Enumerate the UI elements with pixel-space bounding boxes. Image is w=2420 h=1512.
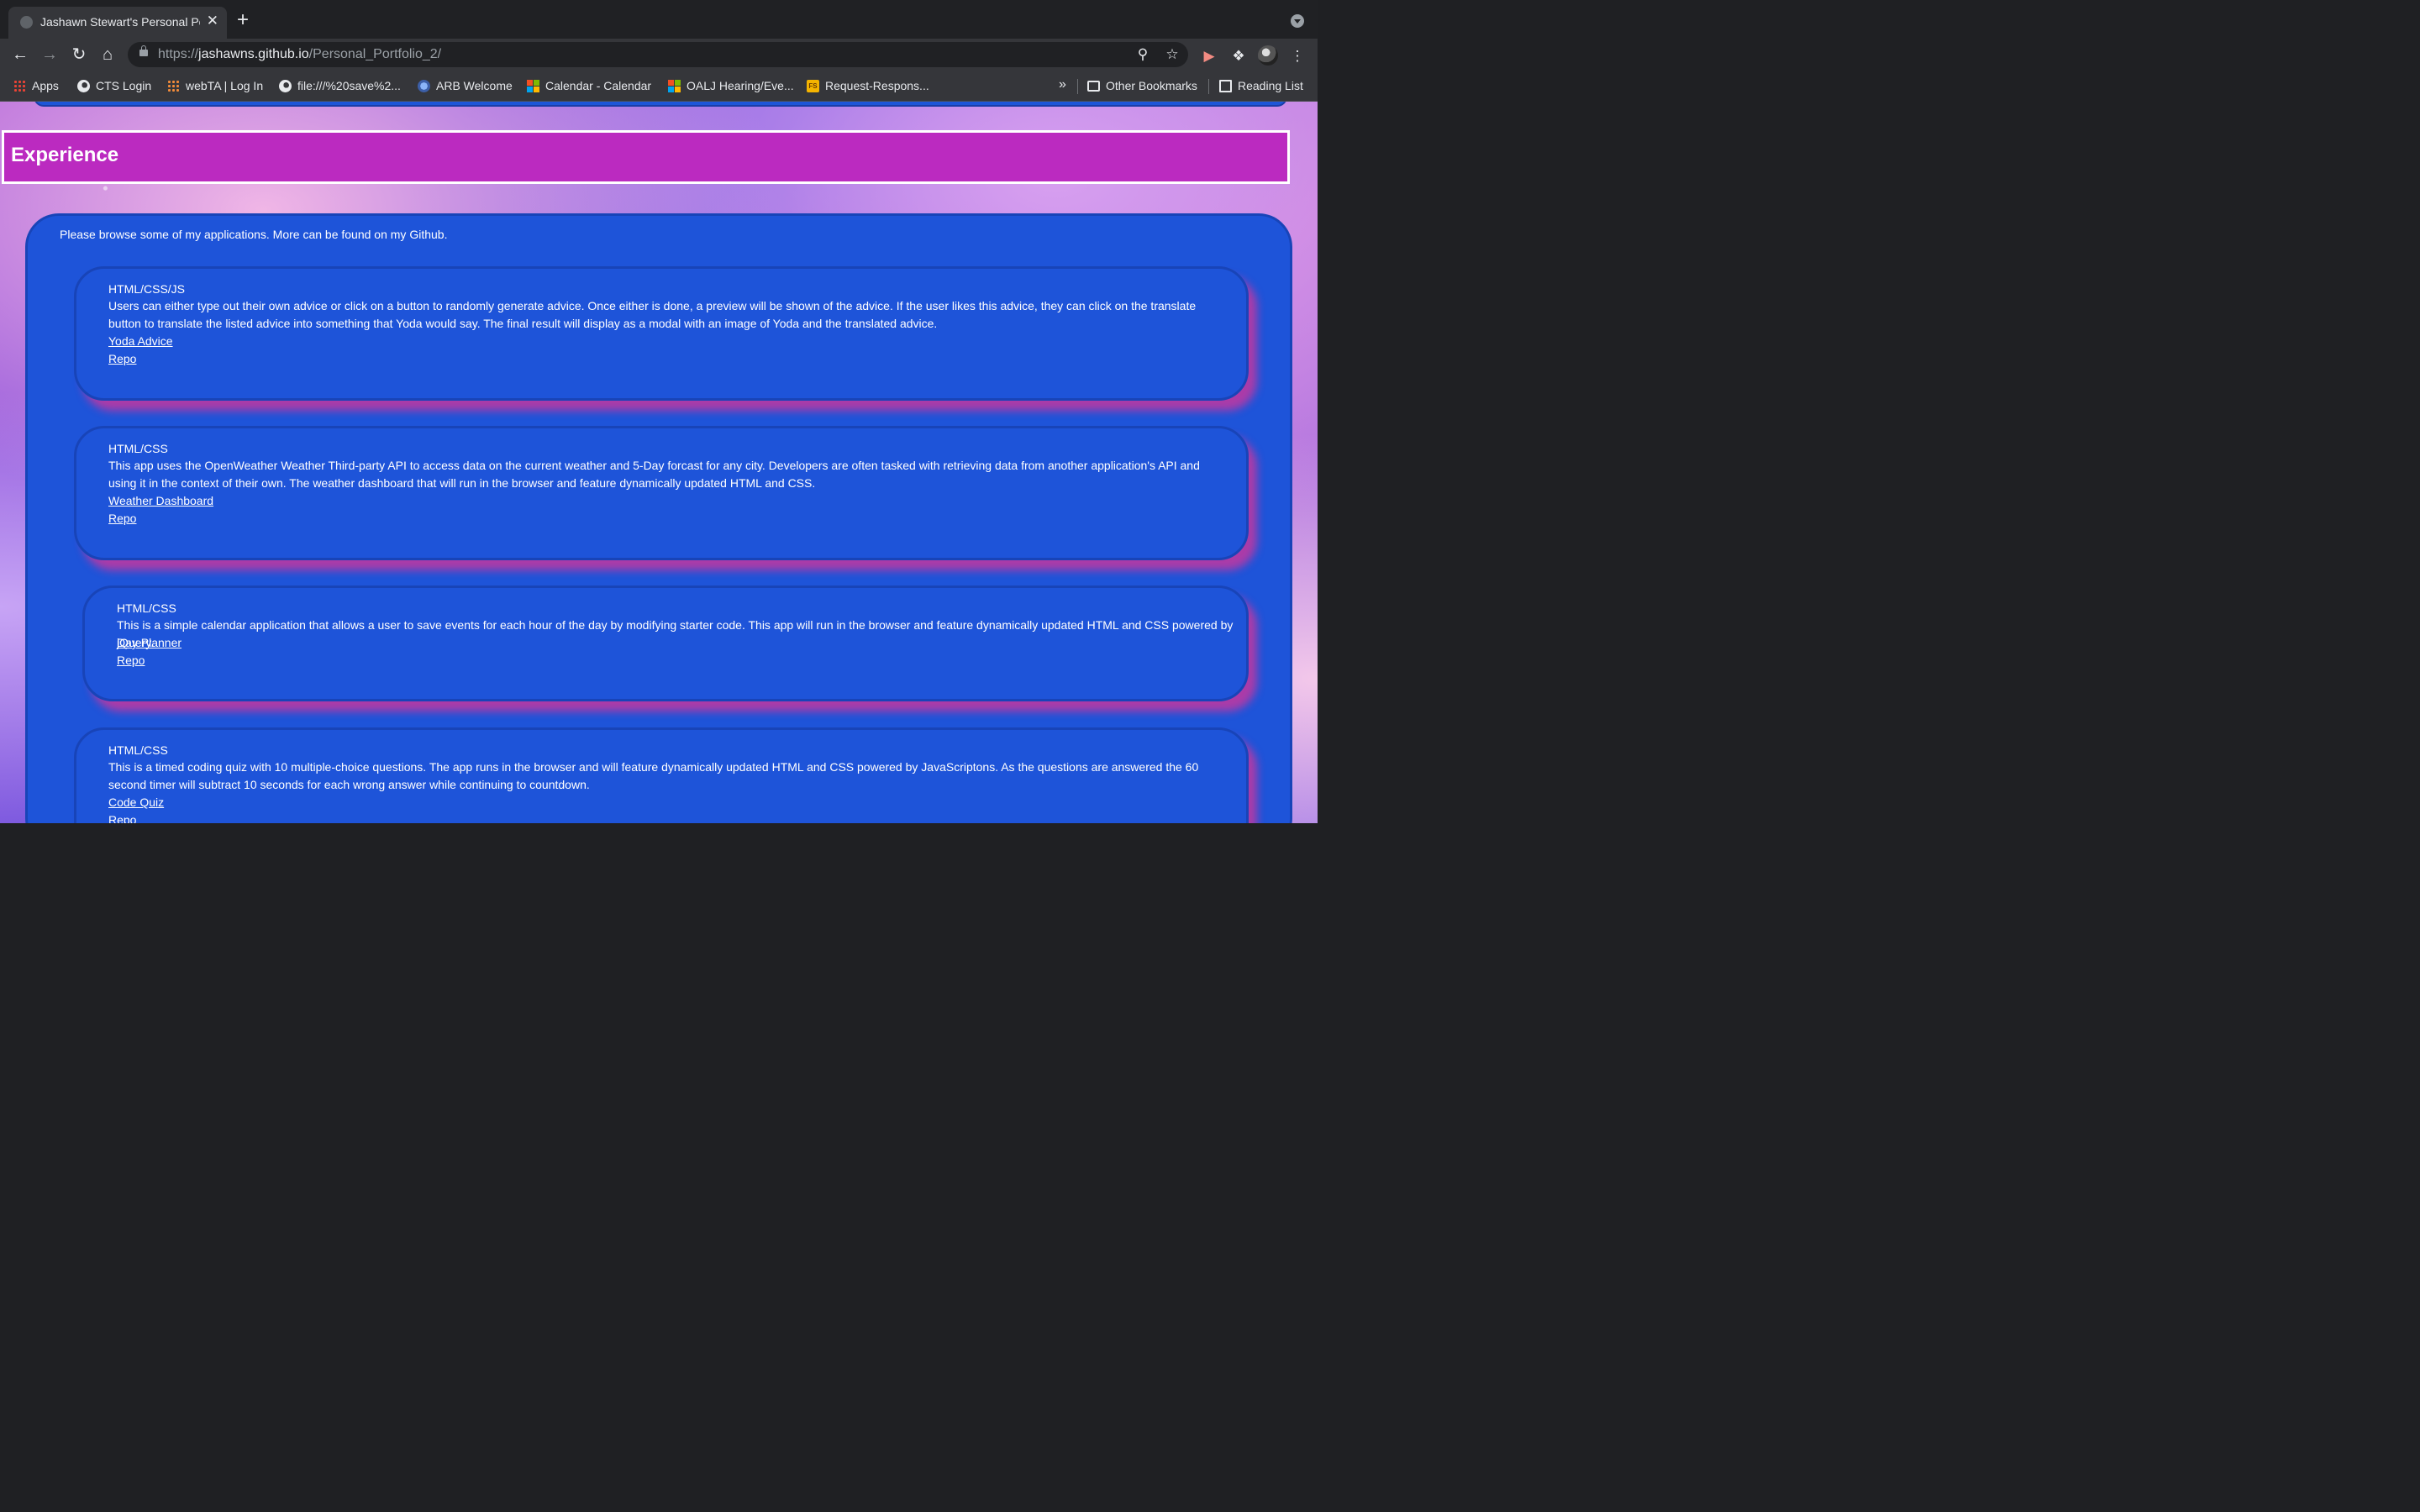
lock-icon[interactable] — [139, 45, 148, 56]
menu-kebab-icon[interactable]: ⋮ — [1288, 47, 1307, 66]
microsoft-icon — [527, 79, 539, 92]
reload-icon[interactable]: ↻ — [68, 44, 90, 66]
forward-arrow-icon[interactable]: → — [39, 44, 60, 66]
arb-seal-icon — [418, 79, 430, 92]
intro-text: Please browse some of my applications. M… — [60, 228, 448, 241]
project-tech-tag: HTML/CSS/JS — [108, 282, 186, 296]
close-icon[interactable]: ✕ — [207, 13, 218, 29]
bookmark-cts-login[interactable]: CTS Login — [77, 78, 151, 93]
bookmarks-bar: Apps CTS Login webTA | Log In file:///%2… — [0, 71, 1318, 102]
section-title: Experience — [11, 144, 119, 166]
reading-list-button[interactable]: Reading List — [1219, 78, 1303, 93]
experience-header: Experience — [2, 130, 1290, 184]
project-repo-link[interactable]: Repo — [108, 352, 136, 365]
apps-grid-icon — [13, 79, 26, 92]
project-description: This is a timed coding quiz with 10 mult… — [108, 760, 1199, 791]
folder-icon — [1087, 80, 1100, 92]
fs-icon: FS — [807, 79, 819, 92]
project-description: This is a simple calendar application th… — [117, 618, 1234, 649]
project-repo-link[interactable]: Repo — [108, 512, 136, 525]
tab-title: Jashawn Stewart's Personal Po — [40, 15, 200, 29]
bookmark-file[interactable]: file:///%20save%2... — [279, 78, 401, 93]
project-app-link[interactable]: Day Planner — [117, 636, 182, 649]
bookmarks-separator — [1208, 79, 1209, 94]
globe-icon — [279, 79, 292, 92]
globe-icon — [20, 16, 33, 29]
project-description: This app uses the OpenWeather Weather Th… — [108, 459, 1200, 490]
bookmarks-overflow-chevron[interactable]: » — [1059, 77, 1066, 92]
bookmark-calendar[interactable]: Calendar - Calendar — [527, 78, 651, 93]
browser-toolbar: ← → ↻ ⌂ https://jashawns.github.io/Perso… — [0, 39, 1318, 71]
project-app-link[interactable]: Code Quiz — [108, 795, 164, 809]
project-tech-tag: HTML/CSS — [117, 601, 176, 615]
experience-panel: Please browse some of my applications. M… — [25, 213, 1292, 823]
project-tech-tag: HTML/CSS — [108, 442, 168, 455]
bookmark-other[interactable]: Other Bookmarks — [1087, 78, 1197, 93]
project-card: HTML/CSS This is a timed coding quiz wit… — [74, 727, 1249, 823]
project-app-link[interactable]: Weather Dashboard — [108, 494, 213, 507]
back-arrow-icon[interactable]: ← — [9, 44, 31, 66]
bookmark-arb-welcome[interactable]: ARB Welcome — [418, 78, 513, 93]
extension-icon[interactable]: ▶ — [1200, 47, 1218, 66]
reading-list-icon — [1219, 79, 1232, 92]
project-card: HTML/CSS This app uses the OpenWeather W… — [74, 426, 1249, 560]
url-text[interactable]: https://jashawns.github.io/Personal_Port… — [158, 47, 441, 62]
project-tech-tag: HTML/CSS — [108, 743, 168, 757]
project-card: HTML/CSS/JS Users can either type out th… — [74, 266, 1249, 401]
browser-tab-bar: Jashawn Stewart's Personal Po ✕ + — [0, 0, 1318, 39]
star-bookmark-icon[interactable]: ☆ — [1162, 45, 1182, 65]
microsoft-icon — [668, 79, 681, 92]
project-card: HTML/CSS This is a simple calendar appli… — [82, 585, 1249, 701]
bookmark-request-response[interactable]: FS Request-Respons... — [807, 78, 929, 93]
bookmark-oalj[interactable]: OALJ Hearing/Eve... — [668, 78, 794, 93]
project-repo-link[interactable]: Repo — [108, 813, 136, 823]
bookmark-apps[interactable]: Apps — [13, 78, 59, 93]
zoom-icon[interactable]: ⚲ — [1133, 45, 1153, 65]
webta-icon — [167, 79, 180, 92]
home-icon[interactable]: ⌂ — [97, 44, 118, 66]
project-app-link[interactable]: Yoda Advice — [108, 334, 173, 348]
browser-tab[interactable]: Jashawn Stewart's Personal Po ✕ — [8, 7, 227, 39]
address-bar[interactable]: https://jashawns.github.io/Personal_Port… — [128, 42, 1188, 67]
profile-avatar[interactable] — [1258, 45, 1278, 66]
page-viewport[interactable]: Experience Please browse some of my appl… — [0, 102, 1318, 823]
project-repo-link[interactable]: Repo — [117, 654, 145, 667]
bookmarks-separator — [1077, 79, 1078, 94]
tab-search-icon[interactable] — [1291, 14, 1304, 28]
bookmark-webta[interactable]: webTA | Log In — [167, 78, 263, 93]
new-tab-button[interactable]: + — [237, 10, 249, 30]
globe-icon — [77, 79, 90, 92]
puzzle-extensions-icon[interactable]: ❖ — [1229, 47, 1248, 66]
project-description: Users can either type out their own advi… — [108, 299, 1197, 330]
previous-section-bottom — [34, 102, 1287, 107]
